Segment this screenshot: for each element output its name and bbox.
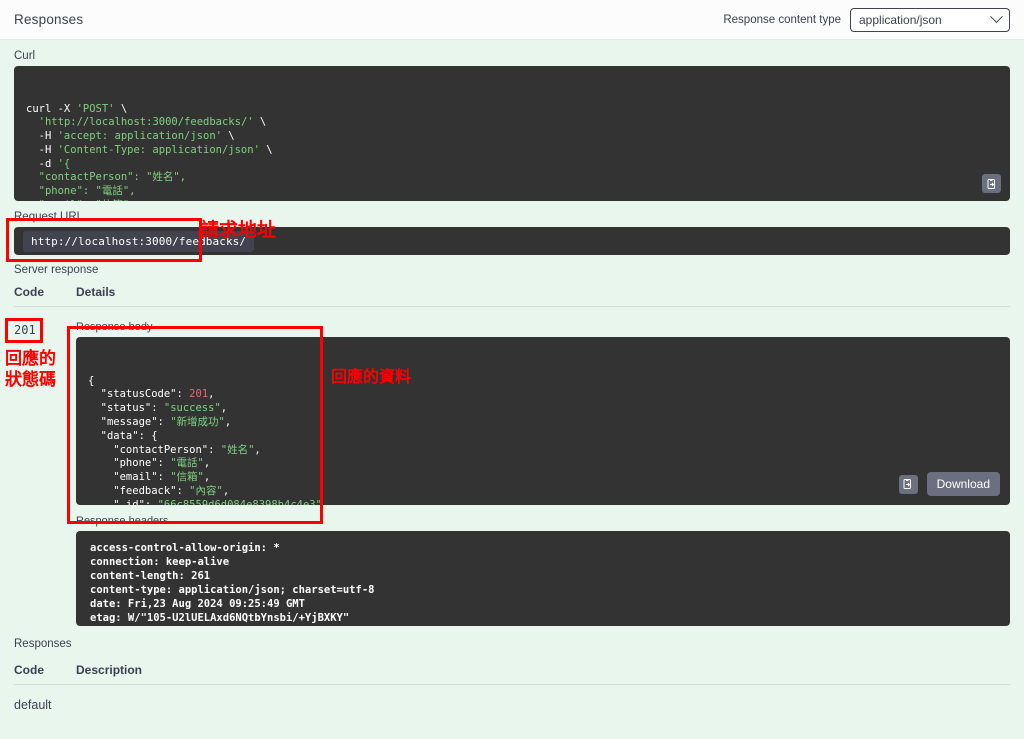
server-response-row: 201 Response body { "statusCode": 201, "… xyxy=(14,307,1010,626)
clipboard-copy-icon[interactable] xyxy=(898,474,918,494)
request-url-value: http://localhost:3000/feedbacks/ xyxy=(23,230,255,252)
server-response-label: Server response xyxy=(14,264,99,276)
responses-section: Responses Code Description default xyxy=(14,638,1010,712)
column-header-code: Code xyxy=(14,285,44,299)
response-body-block: { "statusCode": 201, "status": "success"… xyxy=(76,337,1010,505)
download-button[interactable]: Download xyxy=(926,472,1000,496)
response-status-code: 201 xyxy=(14,323,36,337)
table-row: default xyxy=(14,685,1010,712)
response-content-type-select[interactable]: application/json xyxy=(850,7,1010,32)
response-body-json: { "statusCode": 201, "status": "success"… xyxy=(88,374,329,505)
curl-code-block: curl -X 'POST' \ 'http://localhost:3000/… xyxy=(14,66,1010,201)
chevron-down-icon xyxy=(990,10,1003,24)
curl-label: Curl xyxy=(14,50,36,62)
responses-table-head: Code Description xyxy=(14,654,1010,685)
responses-title: Responses xyxy=(14,638,72,650)
response-code-default: default xyxy=(14,698,52,712)
clipboard-copy-icon[interactable] xyxy=(982,174,1001,193)
column-header-details: Details xyxy=(76,285,116,299)
content-type-group: Response content type application/json xyxy=(723,7,1010,32)
request-url-bar: http://localhost:3000/feedbacks/ xyxy=(14,227,1010,255)
curl-command-text: curl -X 'POST' \ 'http://localhost:3000/… xyxy=(26,102,273,202)
response-headers-label: Response headers xyxy=(76,515,169,527)
request-url-section: Request URL http://localhost:3000/feedba… xyxy=(14,211,1010,255)
column-header-code: Code xyxy=(14,663,44,677)
response-headers-block: access-control-allow-origin: * connectio… xyxy=(76,531,1010,626)
content-type-value: application/json xyxy=(859,12,942,27)
response-details-cell: Response body { "statusCode": 201, "stat… xyxy=(76,321,1010,626)
response-body-label: Response body xyxy=(76,321,153,333)
responses-header-bar: Responses Response content type applicat… xyxy=(0,0,1024,40)
column-header-description: Description xyxy=(76,663,143,677)
content-type-label: Response content type xyxy=(723,13,841,26)
server-response-table-head: Code Details xyxy=(14,276,1010,307)
responses-body: Curl curl -X 'POST' \ 'http://localhost:… xyxy=(0,50,1024,712)
response-body-actions: Download xyxy=(898,472,1000,496)
page-title: Responses xyxy=(14,12,84,27)
request-url-label: Request URL xyxy=(14,211,84,223)
